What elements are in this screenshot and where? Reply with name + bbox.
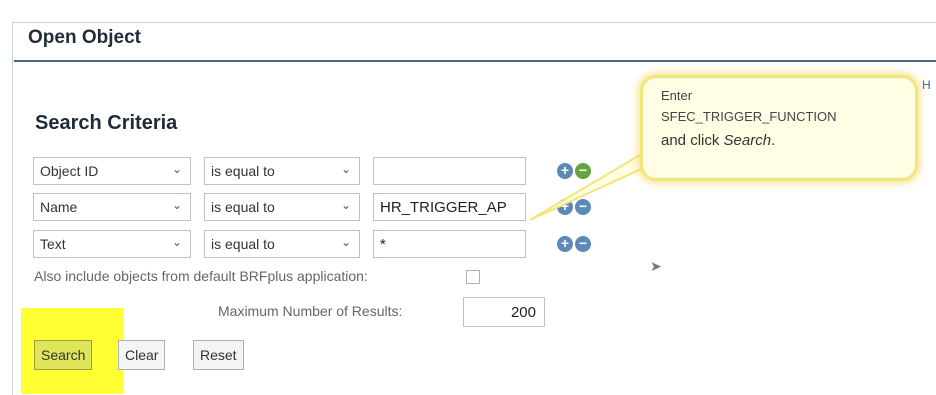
criteria-field-select[interactable]: Text ⌄ — [33, 230, 191, 258]
criteria-operator-value: is equal to — [211, 163, 275, 179]
help-link[interactable]: H — [922, 78, 931, 92]
callout-line3-suffix: . — [771, 132, 776, 149]
page-title: Open Object — [28, 27, 141, 48]
title-bar: Open Object — [14, 18, 936, 62]
max-results-input[interactable]: 200 — [463, 297, 545, 327]
plus-circle-icon[interactable]: + — [557, 236, 573, 252]
chevron-down-icon: ⌄ — [340, 198, 351, 212]
criteria-operator-select[interactable]: is equal to ⌄ — [204, 157, 360, 185]
criteria-value-text: HR_TRIGGER_AP — [380, 199, 507, 216]
clear-button[interactable]: Clear — [118, 340, 166, 370]
chevron-down-icon: ⌄ — [171, 162, 182, 176]
criteria-operator-value: is equal to — [211, 236, 275, 252]
minus-circle-icon[interactable]: − — [575, 236, 591, 252]
criteria-value-input[interactable] — [373, 157, 526, 185]
callout-pointer — [529, 150, 654, 221]
criteria-value-input[interactable]: * — [373, 230, 526, 258]
section-title: Search Criteria — [35, 112, 178, 134]
callout-line3: and click Search. — [661, 132, 775, 149]
chevron-down-icon: ⌄ — [340, 162, 351, 176]
include-default-checkbox[interactable] — [466, 270, 480, 284]
criteria-value-input[interactable]: HR_TRIGGER_AP — [373, 193, 526, 221]
criteria-operator-value: is equal to — [211, 199, 275, 215]
include-default-label: Also include objects from default BRFplu… — [34, 268, 368, 284]
criteria-field-value: Name — [40, 199, 78, 215]
criteria-field-value: Object ID — [40, 163, 99, 179]
chevron-down-icon: ⌄ — [340, 235, 351, 249]
criteria-operator-select[interactable]: is equal to ⌄ — [204, 230, 360, 258]
callout-line2: SFEC_TRIGGER_FUNCTION — [661, 109, 837, 124]
callout-line3-prefix: and click — [661, 132, 724, 149]
search-button[interactable]: Search — [34, 340, 93, 370]
instruction-callout: Enter SFEC_TRIGGER_FUNCTION and click Se… — [640, 75, 918, 181]
criteria-field-value: Text — [40, 236, 66, 252]
callout-line3-action: Search — [723, 132, 772, 149]
chevron-down-icon: ⌄ — [171, 198, 182, 212]
callout-line1: Enter — [661, 88, 693, 103]
criteria-field-select[interactable]: Object ID ⌄ — [33, 157, 191, 185]
criteria-operator-select[interactable]: is equal to ⌄ — [204, 193, 360, 221]
max-results-label: Maximum Number of Results: — [218, 303, 403, 319]
reset-button[interactable]: Reset — [193, 340, 244, 370]
chevron-down-icon: ⌄ — [171, 235, 182, 249]
mouse-cursor-icon: ➤ — [650, 258, 662, 274]
criteria-field-select[interactable]: Name ⌄ — [33, 193, 191, 221]
